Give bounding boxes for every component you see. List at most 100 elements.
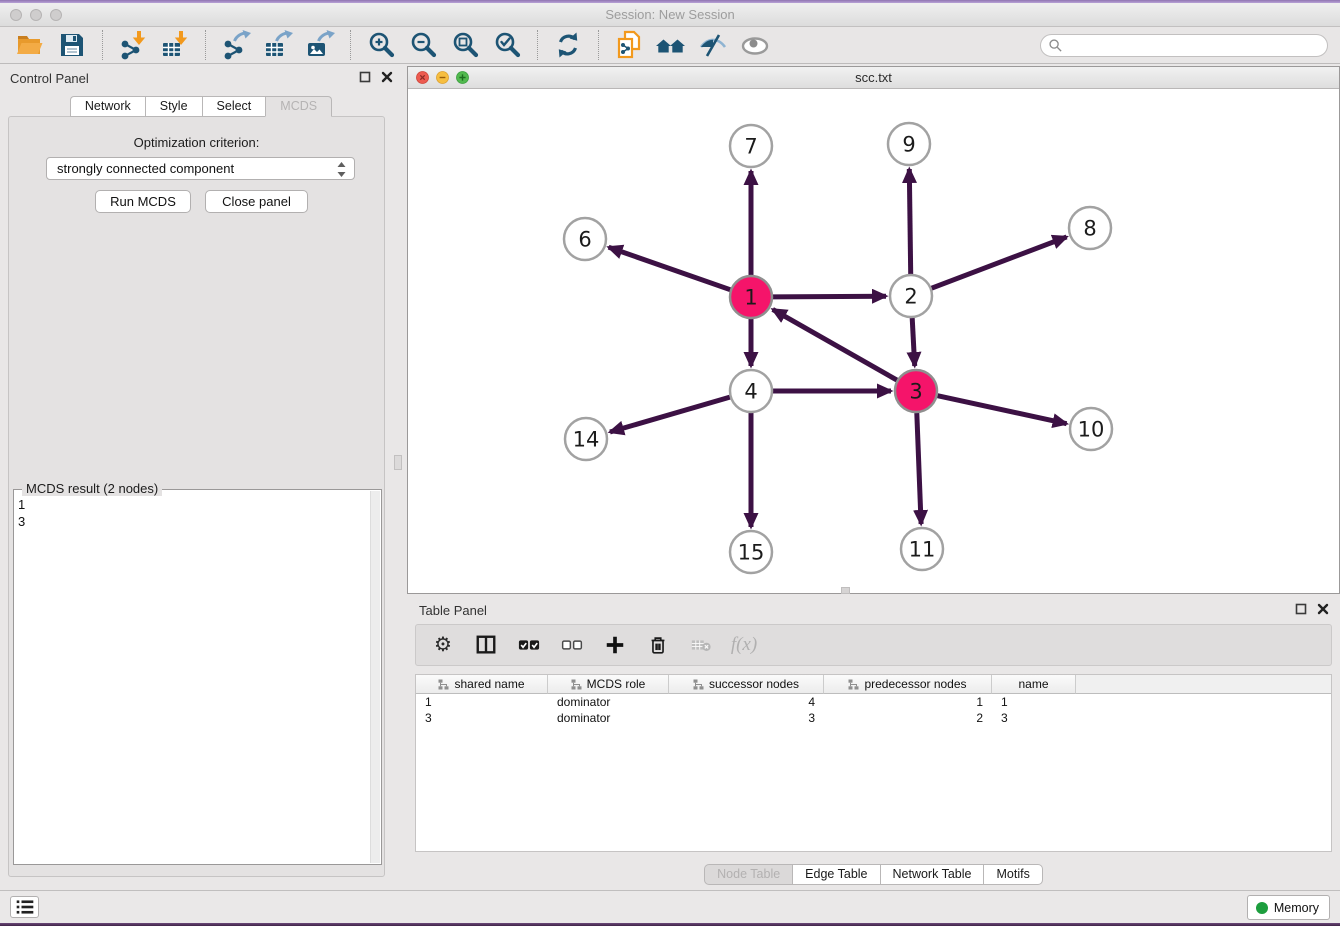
- cell-predecessor-nodes[interactable]: 2: [824, 710, 992, 726]
- graph-node-4[interactable]: 4: [730, 370, 772, 412]
- run-mcds-button[interactable]: Run MCDS: [95, 190, 191, 213]
- cell-shared-name[interactable]: 1: [416, 694, 548, 710]
- refresh-view-icon[interactable]: [552, 29, 584, 61]
- cell-predecessor-nodes[interactable]: 1: [824, 694, 992, 710]
- graph-node-8[interactable]: 8: [1069, 207, 1111, 249]
- delete-columns-icon[interactable]: [645, 632, 671, 658]
- show-columns-icon[interactable]: [473, 632, 499, 658]
- close-panel-button[interactable]: Close panel: [205, 190, 308, 213]
- result-scrollbar[interactable]: [370, 491, 380, 863]
- tab-network[interactable]: Network: [70, 96, 145, 117]
- vertical-splitter-handle[interactable]: [394, 455, 402, 470]
- zoom-fit-icon[interactable]: [449, 29, 481, 61]
- ndex-home-icon[interactable]: [655, 29, 687, 61]
- float-panel-icon[interactable]: [358, 70, 372, 84]
- cell-name[interactable]: 1: [992, 694, 1076, 710]
- zoom-in-icon[interactable]: [365, 29, 397, 61]
- optimization-criterion-select[interactable]: strongly connected component: [46, 157, 355, 180]
- mcds-tab-content: Optimization criterion: strongly connect…: [8, 116, 385, 877]
- network-window-titlebar[interactable]: scc.txt: [408, 67, 1339, 89]
- edge-3-1[interactable]: [773, 309, 897, 380]
- tab-edge-table[interactable]: Edge Table: [792, 864, 879, 885]
- svg-text:1: 1: [744, 285, 757, 309]
- mcds-result-line: 1: [18, 496, 367, 513]
- cell-shared-name[interactable]: 3: [416, 710, 548, 726]
- close-panel-icon[interactable]: [380, 70, 394, 84]
- memory-button[interactable]: Memory: [1247, 895, 1330, 920]
- graph-node-2[interactable]: 2: [890, 275, 932, 317]
- column-header-mcds-role[interactable]: MCDS role: [548, 675, 669, 694]
- table-float-panel-icon[interactable]: [1294, 602, 1308, 616]
- horizontal-splitter-handle[interactable]: [841, 587, 850, 594]
- svg-text:9: 9: [902, 132, 915, 156]
- list-icon: [16, 900, 34, 914]
- graph-node-15[interactable]: 15: [730, 531, 772, 573]
- tab-select[interactable]: Select: [202, 96, 266, 117]
- import-network-icon[interactable]: [117, 29, 149, 61]
- svg-text:8: 8: [1083, 216, 1096, 240]
- edge-2-3[interactable]: [912, 318, 915, 366]
- ndex-copy-icon[interactable]: [613, 29, 645, 61]
- column-header-filler: [1076, 675, 1331, 694]
- mcds-result-title: MCDS result (2 nodes): [22, 481, 162, 496]
- tab-network-table[interactable]: Network Table: [880, 864, 984, 885]
- export-network-icon[interactable]: [220, 29, 252, 61]
- add-column-icon[interactable]: [602, 632, 628, 658]
- cell-mcds-role[interactable]: dominator: [548, 694, 669, 710]
- graph-node-10[interactable]: 10: [1070, 408, 1112, 450]
- network-window-title: scc.txt: [408, 70, 1339, 85]
- cell-mcds-role[interactable]: dominator: [548, 710, 669, 726]
- mcds-result-lines[interactable]: 13: [18, 496, 367, 860]
- tab-style[interactable]: Style: [145, 96, 202, 117]
- save-session-icon[interactable]: [56, 29, 88, 61]
- table-options-gear-icon[interactable]: ⚙: [430, 632, 456, 658]
- edge-3-10[interactable]: [938, 396, 1067, 424]
- show-eye-icon[interactable]: [739, 29, 771, 61]
- cell-successor-nodes[interactable]: 3: [669, 710, 824, 726]
- task-history-button[interactable]: [10, 896, 39, 918]
- graph-node-14[interactable]: 14: [565, 418, 607, 460]
- cell-name[interactable]: 3: [992, 710, 1076, 726]
- tab-node-table[interactable]: Node Table: [704, 864, 792, 885]
- export-table-icon[interactable]: [262, 29, 294, 61]
- svg-text:6: 6: [578, 227, 591, 251]
- graph-node-6[interactable]: 6: [564, 218, 606, 260]
- table-row-2[interactable]: 3dominator323: [416, 710, 1331, 726]
- zoom-selected-icon[interactable]: [491, 29, 523, 61]
- edge-2-8[interactable]: [932, 237, 1067, 288]
- network-canvas[interactable]: 1 2 3 4 6 7 8 9 10 11 14 15: [408, 89, 1339, 593]
- edge-2-9[interactable]: [909, 169, 910, 274]
- title-bar: Session: New Session: [0, 3, 1340, 27]
- graph-node-1[interactable]: 1: [730, 276, 772, 318]
- column-header-predecessor-nodes[interactable]: predecessor nodes: [824, 675, 992, 694]
- tab-mcds[interactable]: MCDS: [265, 96, 332, 117]
- edge-4-14[interactable]: [610, 397, 730, 432]
- edge-1-2[interactable]: [773, 296, 886, 297]
- svg-text:2: 2: [904, 284, 917, 308]
- cell-successor-nodes[interactable]: 4: [669, 694, 824, 710]
- export-image-icon[interactable]: [304, 29, 336, 61]
- svg-text:11: 11: [909, 537, 936, 561]
- graph-node-11[interactable]: 11: [901, 528, 943, 570]
- column-header-successor-nodes[interactable]: successor nodes: [669, 675, 824, 694]
- graph-node-3[interactable]: 3: [895, 370, 937, 412]
- select-all-columns-icon[interactable]: [516, 632, 542, 658]
- table-row-1[interactable]: 1dominator411: [416, 694, 1331, 710]
- search-input[interactable]: [1040, 34, 1328, 57]
- open-session-icon[interactable]: [14, 29, 46, 61]
- graph-node-7[interactable]: 7: [730, 125, 772, 167]
- table-close-panel-icon[interactable]: [1316, 602, 1330, 616]
- edge-1-6[interactable]: [609, 247, 731, 290]
- svg-text:10: 10: [1078, 417, 1105, 441]
- import-table-icon[interactable]: [159, 29, 191, 61]
- deselect-all-columns-icon[interactable]: [559, 632, 585, 658]
- tab-motifs[interactable]: Motifs: [983, 864, 1042, 885]
- hide-eye-icon[interactable]: [697, 29, 729, 61]
- control-panel-header: Control Panel: [0, 64, 402, 90]
- column-header-name[interactable]: name: [992, 675, 1076, 694]
- toolbar-groups: [0, 29, 785, 61]
- zoom-out-icon[interactable]: [407, 29, 439, 61]
- graph-node-9[interactable]: 9: [888, 123, 930, 165]
- edge-3-11[interactable]: [917, 413, 921, 524]
- column-header-shared-name[interactable]: shared name: [416, 675, 548, 694]
